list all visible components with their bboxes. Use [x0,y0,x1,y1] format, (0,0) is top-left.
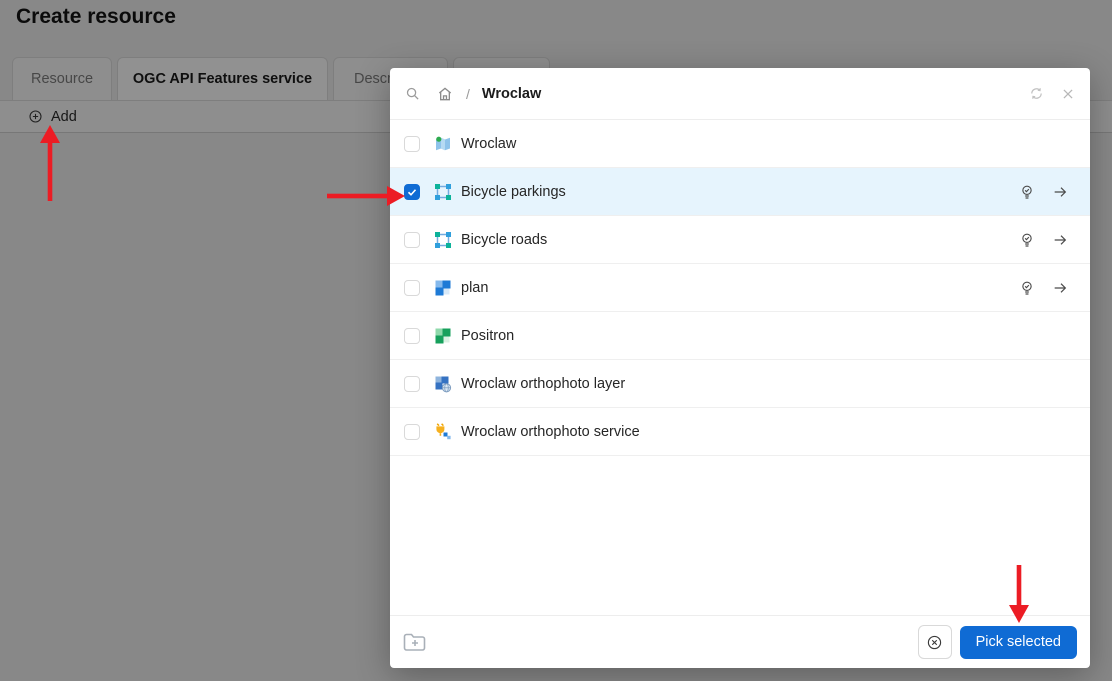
preview-badge-icon[interactable] [1019,232,1035,248]
row-checkbox[interactable] [404,279,420,296]
raster-layer-icon [434,375,452,393]
breadcrumb-separator: / [466,85,470,102]
folder-add-icon[interactable] [403,632,427,652]
resource-row-positron[interactable]: Positron [390,312,1090,360]
search-icon[interactable] [405,86,420,101]
resource-list: Wroclaw Bicycle parkings Bicycle roads p… [390,120,1090,615]
resource-picker-modal: / Wroclaw Wroclaw Bicycle parkings Bicyc… [390,68,1090,668]
breadcrumb-current[interactable]: Wroclaw [482,86,541,102]
wms-service-icon [434,422,452,441]
preview-badge-icon[interactable] [1019,184,1035,200]
preview-badge-icon[interactable] [1019,280,1035,296]
resource-name: Bicycle roads [461,231,548,248]
row-checkbox[interactable] [404,231,420,248]
close-icon[interactable] [1061,87,1075,101]
bicycle-parkings-checkbox[interactable] [404,183,420,200]
row-checkbox[interactable] [404,135,420,152]
resource-name: Wroclaw orthophoto layer [461,375,626,392]
resource-row-orthophoto-service[interactable]: Wroclaw orthophoto service [390,408,1090,456]
open-arrow-icon[interactable] [1052,184,1068,200]
circle-x-icon [926,634,943,651]
modal-header: / Wroclaw [390,68,1090,120]
resource-name: Wroclaw [461,135,517,152]
open-arrow-icon[interactable] [1052,280,1068,296]
resource-row-wroclaw[interactable]: Wroclaw [390,120,1090,168]
resource-row-orthophoto-layer[interactable]: Wroclaw orthophoto layer [390,360,1090,408]
vector-layer-icon [434,183,452,201]
sync-icon[interactable] [1029,86,1044,101]
resource-row-bicycle-parkings[interactable]: Bicycle parkings [390,168,1090,216]
annotation-arrow-down-pick [1005,565,1033,628]
annotation-arrow-up-add [36,125,64,206]
basemap-green-icon [434,327,452,345]
resource-name: Bicycle parkings [461,183,566,200]
screen: Create resource Resource OGC API Feature… [0,0,1112,681]
resource-name: Wroclaw orthophoto service [461,423,640,440]
home-icon[interactable] [437,86,453,102]
resource-name: Positron [461,327,515,344]
vector-layer-icon [434,231,452,249]
row-checkbox[interactable] [404,375,420,392]
resource-name: plan [461,279,489,296]
modal-footer: Pick selected [390,615,1090,668]
resource-row-plan[interactable]: plan [390,264,1090,312]
pick-selected-button[interactable]: Pick selected [959,625,1077,659]
basemap-blue-icon [434,279,452,297]
row-checkbox[interactable] [404,423,420,440]
resource-row-bicycle-roads[interactable]: Bicycle roads [390,216,1090,264]
annotation-arrow-right-checkbox [327,182,405,215]
webmap-icon [434,135,452,153]
row-checkbox[interactable] [404,327,420,344]
open-arrow-icon[interactable] [1052,232,1068,248]
clear-selection-button[interactable] [917,625,952,659]
